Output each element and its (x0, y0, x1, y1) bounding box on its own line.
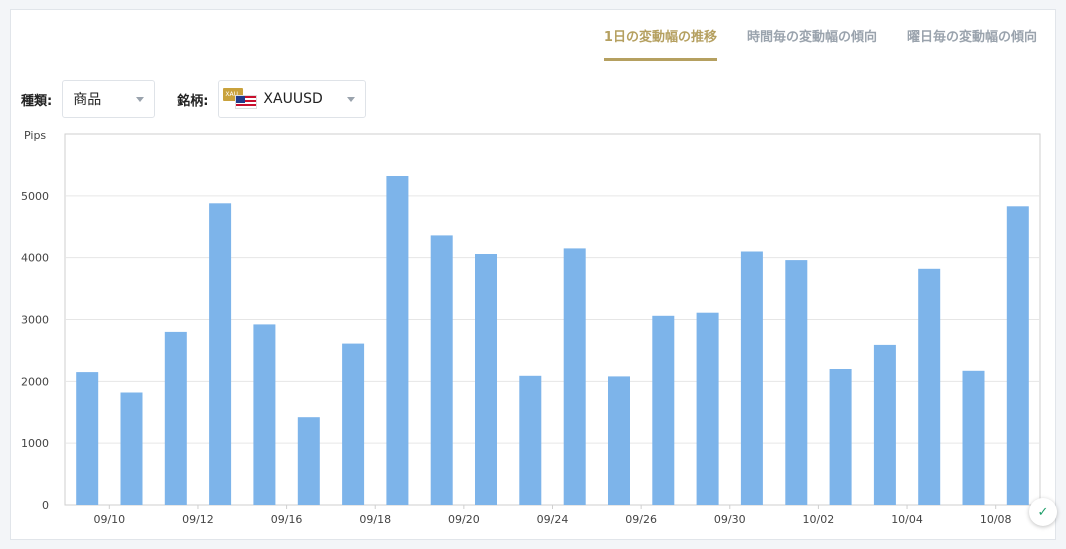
x-tick-label: 09/20 (448, 513, 480, 526)
bar (209, 203, 232, 506)
y-tick-label: 3000 (21, 314, 49, 327)
bar (740, 251, 763, 505)
x-tick-label: 09/10 (93, 513, 125, 526)
x-tick-label: 09/18 (359, 513, 391, 526)
x-tick-label: 09/12 (182, 513, 214, 526)
y-tick-label: 0 (42, 499, 49, 512)
tradingview-icon[interactable]: ✓ (1029, 498, 1057, 526)
bar (297, 417, 320, 505)
y-tick-label: 5000 (21, 190, 49, 203)
bar (120, 392, 143, 505)
x-tick-label: 09/26 (625, 513, 657, 526)
bar (253, 324, 276, 505)
y-axis-label: Pips (24, 129, 46, 142)
bar (696, 312, 719, 505)
bar (519, 375, 542, 505)
bar (76, 372, 99, 505)
x-tick-label: 09/16 (271, 513, 303, 526)
bar (386, 176, 409, 505)
x-tick-label: 10/08 (980, 513, 1012, 526)
bar (608, 376, 630, 505)
tradingview-glyph: ✓ (1037, 504, 1049, 520)
bar (829, 369, 852, 505)
bar (563, 248, 586, 505)
bar (652, 315, 675, 505)
x-tick-label: 09/30 (714, 513, 746, 526)
y-tick-label: 2000 (21, 375, 49, 388)
bar (430, 235, 453, 505)
y-tick-label: 1000 (21, 437, 49, 450)
bar-layer (76, 176, 1029, 506)
y-tick-label: 4000 (21, 252, 49, 265)
x-tick-label: 10/04 (891, 513, 923, 526)
bar (1006, 206, 1029, 506)
bar (962, 370, 985, 505)
range-bar-chart: Pips 0 1000 2000 3000 4000 5000 09/10 09/12 09/16… (21, 129, 1041, 526)
bar (785, 260, 808, 505)
bar (164, 331, 187, 505)
x-tick-label: 10/02 (803, 513, 835, 526)
bar (873, 344, 896, 505)
x-tick-label: 09/24 (537, 513, 569, 526)
bar (475, 254, 497, 505)
bar (342, 343, 365, 505)
bar (918, 268, 941, 505)
